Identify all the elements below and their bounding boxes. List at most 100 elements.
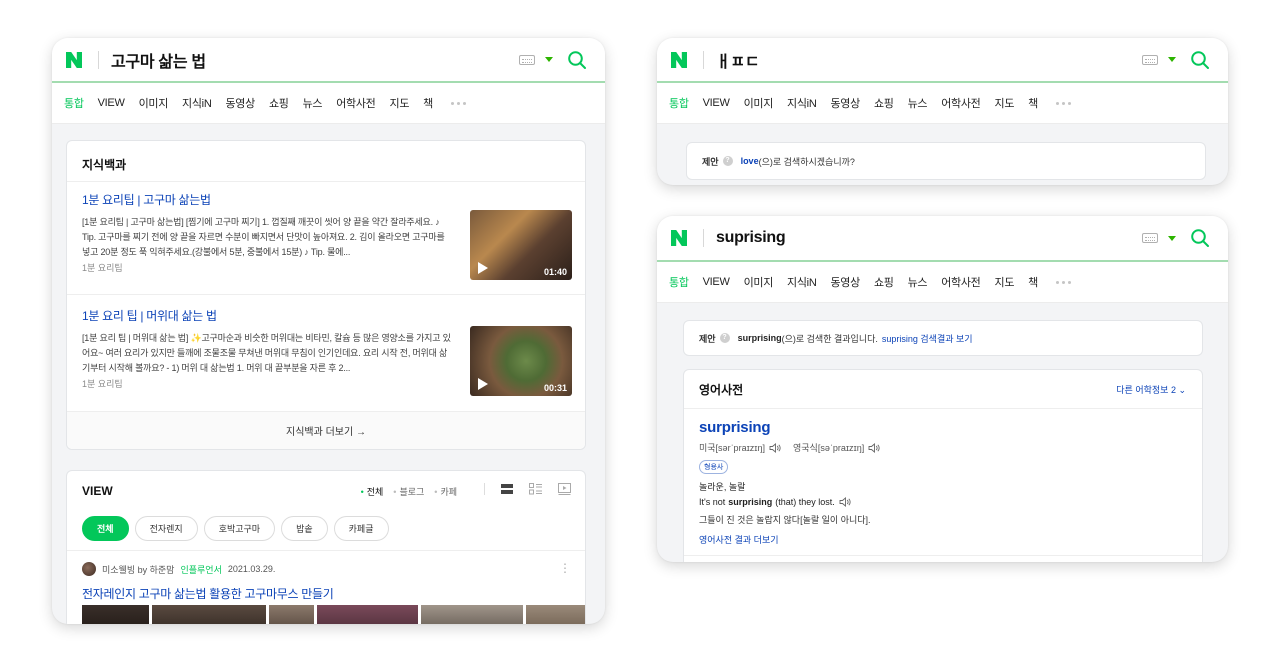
example-sentence: It's not surprising (that) they lost. [699, 497, 859, 507]
post-title[interactable]: 전자레인지 고구마 삶는법 활용한 고구마무스 만들기 [82, 585, 334, 602]
dictionary-more-link[interactable]: 영어사전 결과 더보기 [699, 533, 779, 546]
tab-bar: 통합 VIEW 이미지 지식iN 동영상 쇼핑 뉴스 어학사전 지도 책 [657, 262, 1228, 303]
search-icon[interactable] [1190, 228, 1210, 248]
other-language-info-button[interactable]: 다른 어학정보 2 ⌄ [1116, 383, 1186, 396]
post-image[interactable] [268, 605, 315, 624]
tab-books[interactable]: 책 [1028, 274, 1038, 290]
tab-map[interactable]: 지도 [995, 274, 1015, 290]
tab-video[interactable]: 동영상 [225, 95, 255, 111]
list-view-icon[interactable] [501, 483, 513, 495]
tab-news[interactable]: 뉴스 [303, 95, 323, 111]
tab-map[interactable]: 지도 [390, 95, 410, 111]
chip-microwave[interactable]: 전자렌지 [134, 516, 198, 541]
video-view-icon[interactable] [558, 483, 571, 495]
tab-news[interactable]: 뉴스 [908, 95, 928, 111]
detail-view-icon[interactable] [529, 483, 542, 495]
post-image[interactable] [421, 605, 523, 624]
avatar[interactable] [82, 562, 96, 576]
tab-shopping[interactable]: 쇼핑 [269, 95, 289, 111]
tab-video[interactable]: 동영상 [830, 95, 860, 111]
post-image[interactable] [152, 605, 266, 624]
post-image[interactable] [82, 605, 150, 624]
tab-books[interactable]: 책 [423, 95, 433, 111]
search-query[interactable]: 고구마 삶는 법 [111, 48, 519, 72]
more-tabs-icon[interactable] [1055, 101, 1071, 105]
chip-cafe-posts[interactable]: 카페글 [333, 516, 389, 541]
filter-all[interactable]: 전체 [361, 485, 384, 498]
video-thumbnail[interactable]: 00:31 [470, 326, 572, 396]
naver-logo-icon[interactable] [669, 228, 689, 248]
search-bar[interactable]: 고구마 삶는 법 [52, 38, 605, 83]
chip-rice-cooker[interactable]: 밥솥 [281, 516, 328, 541]
speaker-icon[interactable] [839, 497, 851, 507]
tab-images[interactable]: 이미지 [139, 95, 169, 111]
search-icon[interactable] [567, 50, 587, 70]
help-icon[interactable]: ? [719, 333, 730, 343]
tab-integrated[interactable]: 통합 [64, 95, 84, 111]
tab-bar: 통합 VIEW 이미지 지식iN 동영상 쇼핑 뉴스 어학사전 지도 책 [52, 83, 605, 124]
tab-kin[interactable]: 지식iN [182, 95, 212, 111]
speaker-icon[interactable] [868, 442, 880, 453]
knowledge-item-title[interactable]: 1분 요리팁 | 고구마 삶는법 [82, 191, 572, 208]
tab-view[interactable]: VIEW [703, 97, 730, 109]
tab-integrated[interactable]: 통합 [669, 95, 689, 111]
chip-all[interactable]: 전체 [82, 516, 129, 541]
tab-shopping[interactable]: 쇼핑 [874, 274, 894, 290]
knowledge-more-button[interactable]: 지식백과 더보기 → [67, 411, 585, 449]
search-card-sweet-potato: 고구마 삶는 법 통합 VIEW 이미지 지식iN 동영상 쇼핑 뉴스 어학사전… [52, 38, 605, 624]
post-image[interactable] [317, 605, 419, 624]
search-bar[interactable]: ㅐㅍㄷ [657, 38, 1228, 83]
search-bar[interactable]: suprising [657, 216, 1228, 262]
chevron-down-icon[interactable] [1168, 235, 1176, 241]
tab-images[interactable]: 이미지 [744, 274, 774, 290]
original-query-link[interactable]: suprising 검색결과 보기 [882, 332, 973, 345]
tab-dictionary[interactable]: 어학사전 [941, 274, 981, 290]
tab-shopping[interactable]: 쇼핑 [874, 95, 894, 111]
naver-logo-icon[interactable] [669, 50, 689, 70]
influencer-badge[interactable]: 인플루언서 [180, 563, 221, 576]
search-card-dictionary: suprising 통합 VIEW 이미지 지식iN 동영상 쇼핑 뉴스 어학사… [657, 216, 1228, 562]
chip-pumpkin-sweet-potato[interactable]: 호박고구마 [203, 516, 276, 541]
pronunciation-row: 미국[sərˈpraɪzɪŋ] 영국식[səˈpraɪzɪŋ] [699, 441, 888, 454]
tab-news[interactable]: 뉴스 [908, 274, 928, 290]
video-thumbnail[interactable]: 01:40 [470, 210, 572, 280]
post-image-strip[interactable] [82, 605, 586, 624]
post-author[interactable]: 미소웰빙 by 하준맘 [102, 563, 174, 576]
naver-logo-icon[interactable] [64, 50, 84, 70]
post-image[interactable] [525, 605, 586, 624]
tab-dictionary[interactable]: 어학사전 [941, 95, 981, 111]
tab-books[interactable]: 책 [1028, 95, 1038, 111]
chevron-down-icon[interactable] [1168, 57, 1176, 62]
speaker-icon[interactable] [769, 442, 781, 453]
search-query[interactable]: ㅐㅍㄷ [716, 48, 1142, 72]
post-meta: 미소웰빙 by 하준맘 인플루언서 2021.03.29. [82, 562, 275, 576]
tab-video[interactable]: 동영상 [830, 274, 860, 290]
more-options-icon[interactable]: ⋮ [559, 561, 571, 575]
tab-kin[interactable]: 지식iN [787, 274, 817, 290]
tab-dictionary[interactable]: 어학사전 [336, 95, 376, 111]
dictionary-entry-word[interactable]: surprising [699, 419, 771, 436]
knowledge-item-title[interactable]: 1분 요리 팁 | 머위대 삶는 법 [82, 307, 572, 324]
tab-view[interactable]: VIEW [98, 97, 125, 109]
help-icon[interactable]: ? [722, 156, 733, 166]
search-query[interactable]: suprising [716, 229, 1142, 247]
tab-integrated[interactable]: 통합 [669, 274, 689, 290]
word-meaning: 놀라운, 놀랄 [699, 482, 746, 492]
chevron-down-icon[interactable] [545, 57, 553, 62]
tab-map[interactable]: 지도 [995, 95, 1015, 111]
tab-bar: 통합 VIEW 이미지 지식iN 동영상 쇼핑 뉴스 어학사전 지도 책 [657, 83, 1228, 124]
tab-view[interactable]: VIEW [703, 276, 730, 288]
part-of-speech-badge: 형용사 [699, 460, 729, 474]
suggestion-link[interactable]: love [741, 156, 759, 166]
more-tabs-icon[interactable] [1055, 280, 1071, 284]
keyboard-icon[interactable] [1142, 233, 1158, 243]
filter-blog[interactable]: 블로그 [393, 485, 424, 498]
tab-kin[interactable]: 지식iN [787, 95, 817, 111]
filter-cafe[interactable]: 카페 [434, 485, 457, 498]
keyboard-icon[interactable] [1142, 54, 1158, 65]
divider [98, 50, 99, 69]
tab-images[interactable]: 이미지 [744, 95, 774, 111]
search-icon[interactable] [1190, 50, 1210, 70]
keyboard-icon[interactable] [519, 54, 535, 65]
more-tabs-icon[interactable] [450, 101, 466, 105]
